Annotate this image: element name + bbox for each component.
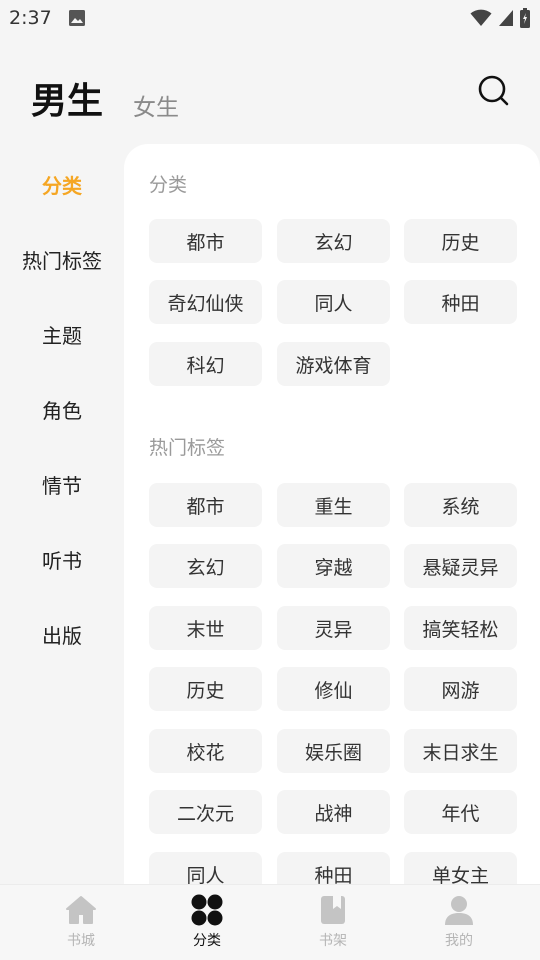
section-title-hot-tags: 热门标签 xyxy=(149,437,226,459)
chip-hot-tag[interactable]: 网游 xyxy=(404,667,517,711)
chip-hot-tag[interactable]: 都市 xyxy=(149,483,262,527)
status-time: 2:37 xyxy=(9,7,52,29)
chip-category[interactable]: 科幻 xyxy=(149,342,262,386)
battery-icon xyxy=(520,8,530,28)
chip-category[interactable]: 历史 xyxy=(404,219,517,263)
bottom-nav: 书城 分类 书架 我的 xyxy=(0,884,540,960)
tag-panel: 分类 都市 玄幻 历史 奇幻仙侠 同人 种田 科幻 游戏体育 热门标签 都市 重… xyxy=(124,144,540,894)
sidebar-item-category[interactable]: 分类 xyxy=(0,170,124,199)
profile-icon xyxy=(442,893,476,927)
chip-hot-tag[interactable]: 搞笑轻松 xyxy=(404,606,517,650)
chip-hot-tag[interactable]: 末世 xyxy=(149,606,262,650)
sidebar-item-hot-tags[interactable]: 热门标签 xyxy=(0,245,124,274)
chip-hot-tag[interactable]: 历史 xyxy=(149,667,262,711)
chip-category[interactable]: 种田 xyxy=(404,280,517,324)
sidebar-item-publishing[interactable]: 出版 xyxy=(0,620,124,649)
nav-label: 书架 xyxy=(319,933,347,949)
tab-male[interactable]: 男生 xyxy=(31,72,103,124)
chip-category[interactable]: 游戏体育 xyxy=(277,342,390,386)
status-icons xyxy=(470,8,530,28)
cellular-signal-icon xyxy=(499,10,513,26)
chip-hot-tag[interactable]: 修仙 xyxy=(277,667,390,711)
nav-item-category[interactable]: 分类 xyxy=(157,893,257,950)
chip-hot-tag[interactable]: 悬疑灵异 xyxy=(404,544,517,588)
chip-hot-tag[interactable]: 战神 xyxy=(277,790,390,834)
bookshelf-icon xyxy=(316,893,350,927)
search-icon[interactable] xyxy=(476,74,512,110)
chip-category[interactable]: 同人 xyxy=(277,280,390,324)
sidebar-item-plot[interactable]: 情节 xyxy=(0,470,124,499)
chip-category[interactable]: 玄幻 xyxy=(277,219,390,263)
sidebar-item-theme[interactable]: 主题 xyxy=(0,320,124,349)
chip-hot-tag[interactable]: 玄幻 xyxy=(149,544,262,588)
nav-label: 我的 xyxy=(445,933,473,949)
nav-label: 书城 xyxy=(67,933,95,949)
chip-hot-tag[interactable]: 灵异 xyxy=(277,606,390,650)
chip-hot-tag[interactable]: 二次元 xyxy=(149,790,262,834)
tab-female[interactable]: 女生 xyxy=(133,88,179,122)
nav-item-profile[interactable]: 我的 xyxy=(409,893,509,950)
nav-item-bookshelf[interactable]: 书架 xyxy=(283,893,383,950)
header: 男生 女生 xyxy=(0,60,540,140)
chip-hot-tag[interactable]: 年代 xyxy=(404,790,517,834)
home-icon xyxy=(64,893,98,927)
chip-hot-tag[interactable]: 穿越 xyxy=(277,544,390,588)
section-title-category: 分类 xyxy=(149,174,188,196)
sidebar-item-audiobook[interactable]: 听书 xyxy=(0,545,124,574)
chip-hot-tag[interactable]: 校花 xyxy=(149,729,262,773)
chip-hot-tag[interactable]: 重生 xyxy=(277,483,390,527)
chip-hot-tag[interactable]: 娱乐圈 xyxy=(277,729,390,773)
category-icon xyxy=(190,893,224,927)
sidebar-item-role[interactable]: 角色 xyxy=(0,395,124,424)
chip-category[interactable]: 都市 xyxy=(149,219,262,263)
chip-category[interactable]: 奇幻仙侠 xyxy=(149,280,262,324)
nav-label: 分类 xyxy=(193,933,221,949)
nav-item-bookstore[interactable]: 书城 xyxy=(31,893,131,950)
chip-hot-tag[interactable]: 系统 xyxy=(404,483,517,527)
wifi-icon xyxy=(470,9,492,26)
status-bar: 2:37 xyxy=(0,0,540,36)
chip-hot-tag[interactable]: 末日求生 xyxy=(404,729,517,773)
gallery-notification-icon xyxy=(69,10,85,26)
